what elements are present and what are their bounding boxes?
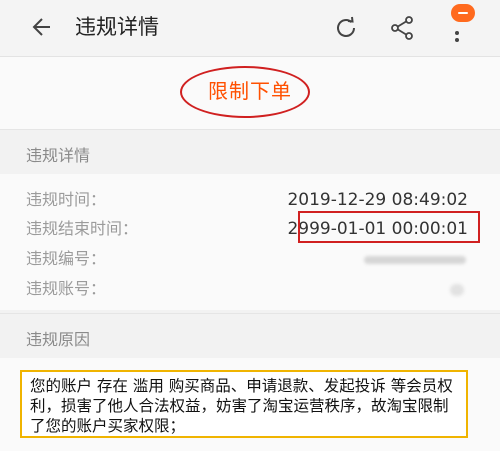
more-vertical-icon[interactable] [450, 12, 464, 46]
back-arrow-icon[interactable] [30, 14, 56, 40]
status-area: 限制下单 [0, 57, 500, 130]
details-heading: 违规详情 [26, 146, 91, 165]
page-title: 违规详情 [75, 15, 159, 39]
detail-label: 违规编号： [26, 249, 107, 268]
annotation-circle [180, 66, 310, 118]
details-section-header: 违规详情 [0, 130, 500, 175]
reason-text: 您的账户 存在 滥用 购买商品、申请退款、发起投诉 等会员权利，损害了他人合法权… [20, 370, 468, 438]
reason-heading: 违规原因 [26, 330, 91, 349]
annotation-box [298, 211, 480, 243]
detail-label: 违规账号： [26, 279, 107, 298]
detail-row-account: 违规账号： [0, 276, 500, 302]
redacted-value [450, 284, 464, 296]
top-bar: 违规详情 [0, 0, 500, 57]
detail-label: 违规时间： [26, 190, 107, 209]
reason-section-header: 违规原因 [0, 313, 500, 359]
detail-row-time: 违规时间： 2019-12-29 08:49:02 [0, 187, 500, 213]
detail-row-number: 违规编号： [0, 246, 500, 272]
share-icon[interactable] [389, 15, 415, 41]
redacted-value [364, 256, 466, 264]
detail-label: 违规结束时间： [26, 219, 139, 238]
refresh-icon[interactable] [333, 15, 359, 41]
detail-value: 2019-12-29 08:49:02 [287, 190, 468, 210]
